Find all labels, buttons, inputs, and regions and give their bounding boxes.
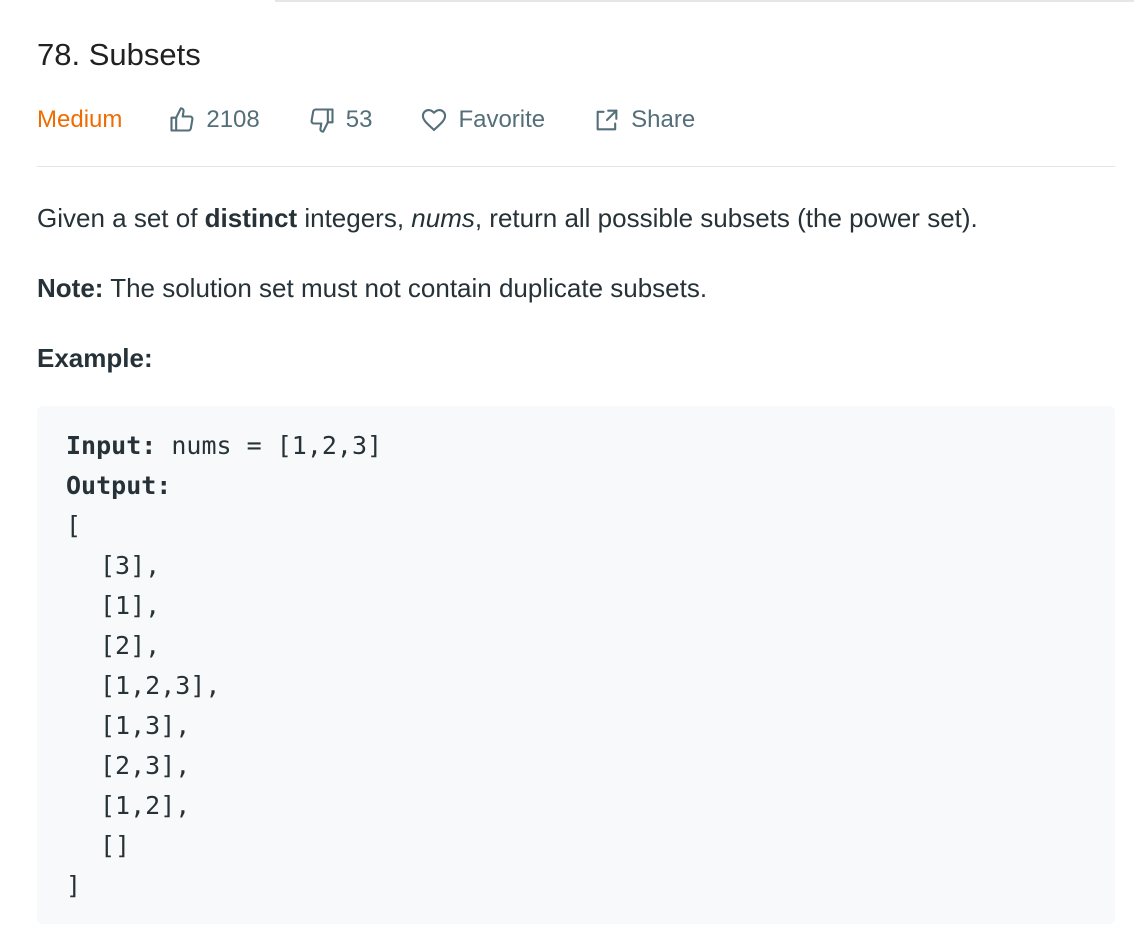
share-icon <box>596 109 618 131</box>
code-line-close-bracket: ] <box>66 871 82 900</box>
problem-description: Given a set of distinct integers, nums, … <box>37 198 978 238</box>
input-value: nums = [1,2,3] <box>156 431 383 460</box>
difficulty-badge: Medium <box>37 106 123 133</box>
code-line-item: [3], <box>100 551 161 580</box>
code-line-open-bracket: [ <box>66 511 82 540</box>
problem-note: Note: The solution set must not contain … <box>37 268 707 308</box>
code-line-item: [2,3], <box>100 751 191 780</box>
description-text: integers, <box>297 203 412 233</box>
favorite-button[interactable]: Favorite <box>420 106 545 134</box>
code-line-input: Input: nums = [1,2,3] <box>66 426 1086 466</box>
heart-icon <box>422 109 447 131</box>
like-button[interactable]: 2108 <box>168 106 260 134</box>
note-text: The solution set must not contain duplic… <box>103 273 708 303</box>
problem-title: 78. Subsets <box>37 37 201 72</box>
thumbs-down-icon <box>310 108 334 133</box>
example-code-block: Input: nums = [1,2,3] Output: [ [3], [1]… <box>37 406 1115 924</box>
description-bold: distinct <box>204 203 298 233</box>
problem-meta-bar: Medium 2108 53 Favorite Share <box>37 100 695 140</box>
note-label: Note: <box>37 273 104 303</box>
dislike-button[interactable]: 53 <box>308 106 373 134</box>
code-line-item: [] <box>100 831 131 860</box>
description-text: , return all possible subsets (the power… <box>474 203 978 233</box>
content-divider <box>37 166 1115 167</box>
code-line-output: Output: <box>66 466 1086 506</box>
like-count: 2108 <box>206 106 260 133</box>
top-divider <box>275 0 1134 2</box>
thumbs-up-icon <box>170 107 194 132</box>
example-heading: Example: <box>37 343 153 373</box>
dislike-count: 53 <box>345 106 373 133</box>
share-button[interactable]: Share <box>593 106 695 134</box>
description-text: Given a set of <box>37 203 205 233</box>
input-label: Input: <box>66 431 157 460</box>
code-line-item: [2], <box>100 631 161 660</box>
code-line-item: [1,3], <box>100 711 191 740</box>
description-italic: nums <box>411 203 475 233</box>
code-line-item: [1,2,3], <box>100 671 221 700</box>
share-label: Share <box>631 106 696 133</box>
favorite-label: Favorite <box>458 106 546 133</box>
output-label: Output: <box>66 471 172 500</box>
code-line-item: [1], <box>100 591 161 620</box>
code-line-item: [1,2], <box>100 791 191 820</box>
